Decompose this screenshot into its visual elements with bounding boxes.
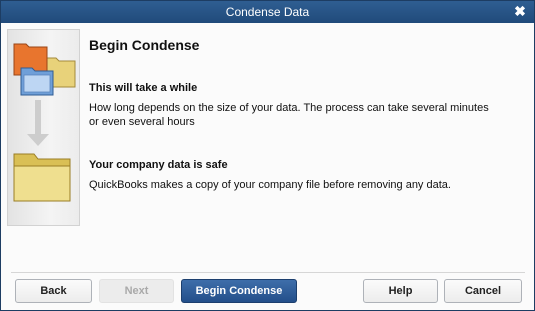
title-bar[interactable]: Condense Data ✖ [1,1,534,23]
folder-stack-icon [13,43,76,96]
folder-icon [13,153,71,202]
section-body-line: How long depends on the size of your dat… [89,102,489,114]
illustration-panel [7,29,80,226]
cancel-button[interactable]: Cancel [444,279,522,303]
back-button[interactable]: Back [15,279,92,303]
begin-condense-button[interactable]: Begin Condense [181,279,297,303]
section-heading: This will take a while [89,82,198,94]
illustration-graphic [13,43,76,202]
section-safety: Your company data is safe QuickBooks mak… [89,159,529,192]
section-duration: This will take a while How long depends … [89,82,529,129]
help-button[interactable]: Help [363,279,438,303]
next-button[interactable]: Next [99,279,174,303]
section-body-line: or even several hours [89,116,195,128]
down-arrow-icon [27,100,49,146]
window-title: Condense Data [225,5,310,19]
page-title: Begin Condense [89,37,200,53]
section-body-line: QuickBooks makes a copy of your company … [89,179,451,191]
footer-divider [11,272,525,273]
condense-data-dialog: Condense Data ✖ Begin Condense This will… [0,0,535,311]
content-area: Begin Condense This will take a while Ho… [89,37,529,192]
close-icon[interactable]: ✖ [512,3,528,19]
section-heading: Your company data is safe [89,159,228,171]
